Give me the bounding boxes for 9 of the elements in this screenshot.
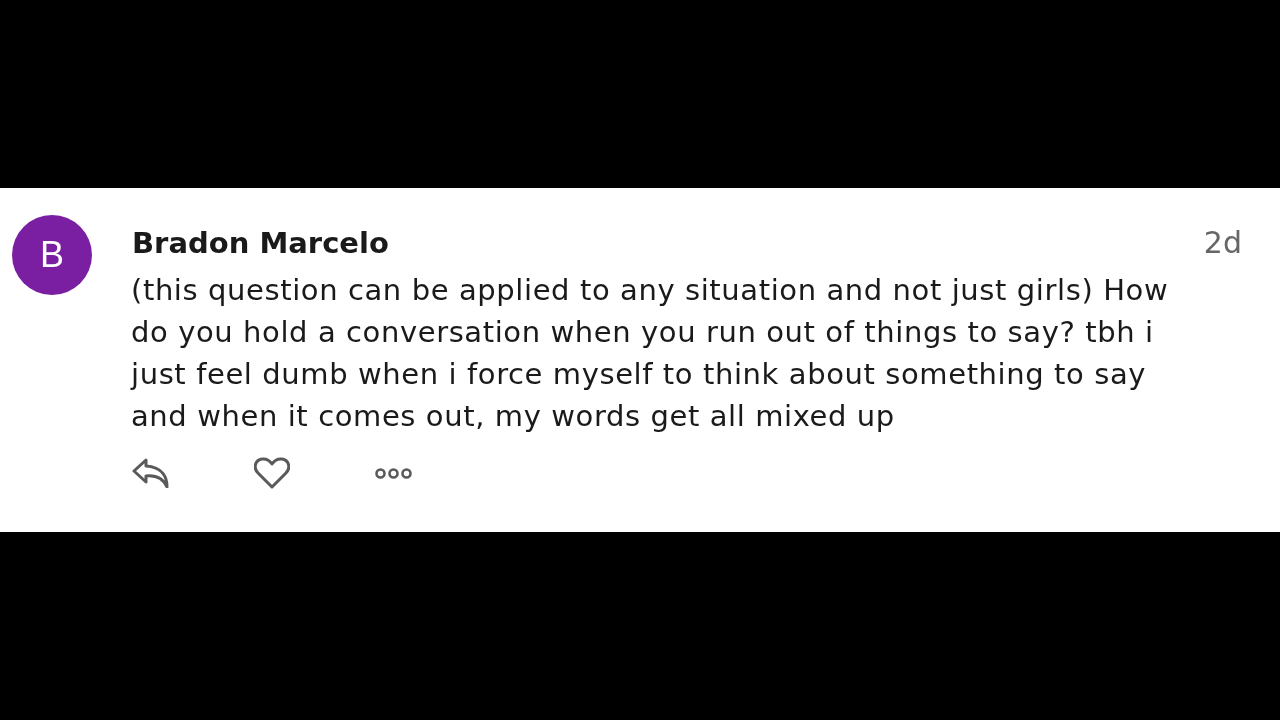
reply-button[interactable] (132, 457, 170, 489)
reply-arrow-icon (132, 458, 170, 488)
like-button[interactable] (253, 455, 291, 491)
more-dots-icon (374, 467, 412, 479)
avatar: B (12, 215, 92, 295)
comment-text: (this question can be applied to any situation and not just girls) How do you hold a conversation when you run out of things to say? tbh i just feel dumb when i force myself to think about something to say and when it comes out, my words get all mixed up (131, 272, 1170, 435)
author-name: Bradon Marcelo (132, 225, 389, 262)
heart-icon (254, 457, 290, 489)
timestamp: 2d (1203, 224, 1242, 262)
